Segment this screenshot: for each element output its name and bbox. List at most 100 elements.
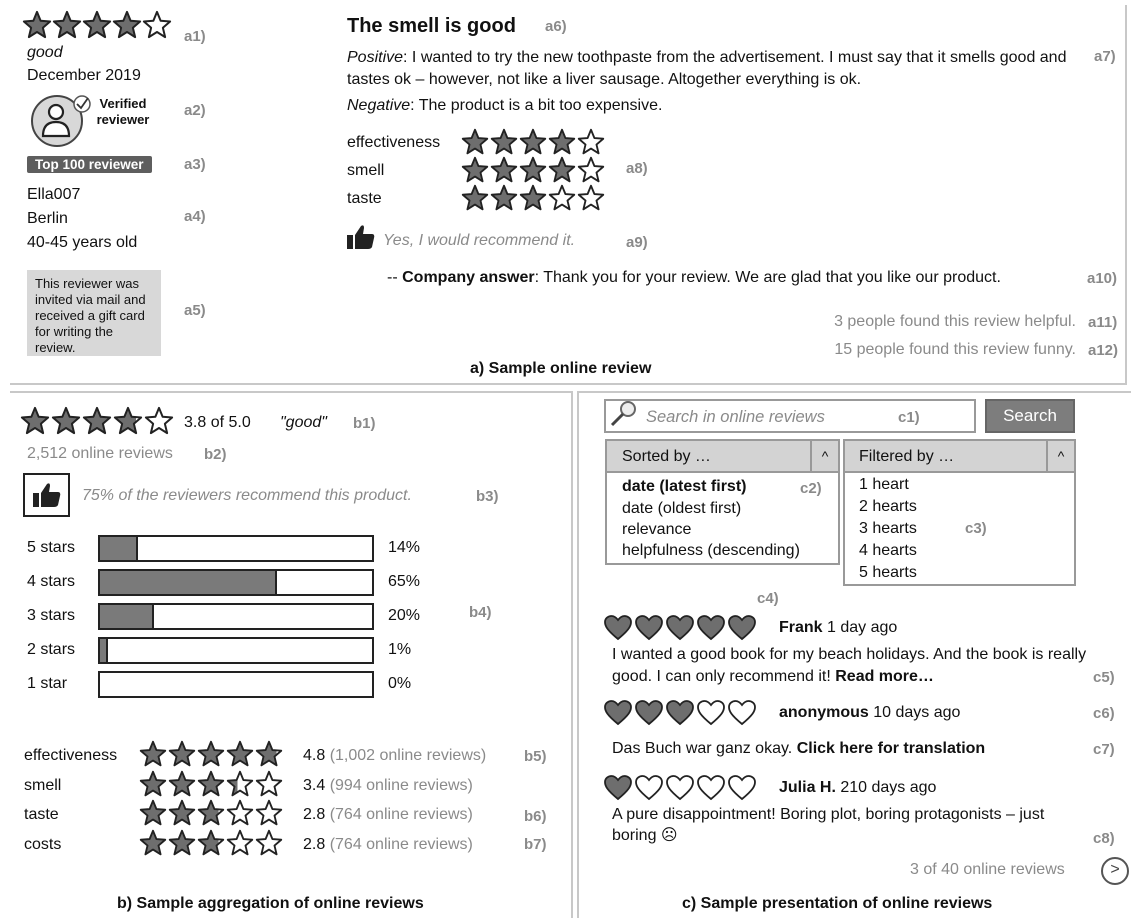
star-icon: [519, 128, 547, 155]
distribution-percent: 14%: [388, 539, 421, 556]
aspect-name: effectiveness: [347, 134, 441, 151]
distribution-percent: 65%: [388, 573, 421, 590]
caret-up-icon[interactable]: ^: [1046, 441, 1074, 471]
star-icon: [226, 829, 254, 855]
review-author: Julia H.: [779, 779, 836, 796]
heart-icon: [728, 700, 756, 726]
distribution-label: 2 stars: [27, 641, 76, 658]
helpful-votes[interactable]: 3 people found this review helpful.: [834, 313, 1076, 331]
label-a12: a12): [1088, 342, 1119, 359]
translation-link[interactable]: Click here for translation: [797, 740, 986, 757]
negative-label: Negative: [347, 97, 411, 114]
review-time: 210 days ago: [835, 779, 937, 796]
aspect-count: (994 online reviews): [329, 776, 473, 794]
aspect-stars: [461, 128, 606, 156]
search-button[interactable]: Search: [985, 399, 1075, 433]
star-icon: [82, 10, 112, 39]
search-input[interactable]: Search in online reviews c1): [604, 399, 976, 433]
star-icon: [548, 156, 576, 183]
star-icon: [52, 10, 82, 39]
thumbs-up-icon: [347, 225, 375, 249]
filter-option[interactable]: 5 hearts: [859, 564, 917, 582]
sort-option[interactable]: relevance: [622, 521, 691, 539]
next-page-button[interactable]: >: [1101, 857, 1129, 885]
star-icon: [255, 770, 283, 796]
star-icon: [139, 799, 167, 826]
star-icon: [461, 128, 489, 155]
star-icon: [197, 770, 225, 796]
label-a4: a4): [184, 208, 206, 225]
star-icon: [519, 184, 547, 211]
filter-option[interactable]: 2 hearts: [859, 498, 917, 516]
verified-reviewer-text: Verified reviewer: [96, 96, 150, 127]
label-b5: b5): [524, 748, 547, 765]
distribution-bar-fill: [100, 537, 139, 560]
heart-icon: [666, 615, 694, 641]
sort-option[interactable]: date (latest first): [622, 478, 746, 496]
reviewer-city: Berlin: [27, 210, 68, 227]
label-c7: c7): [1093, 741, 1115, 758]
caret-up-icon[interactable]: ^: [810, 441, 838, 471]
star-icon: [51, 406, 81, 435]
star-icon: [577, 128, 605, 155]
star-icon: [461, 156, 489, 183]
star-icon: [226, 740, 254, 767]
filter-option[interactable]: 3 hearts: [859, 520, 917, 538]
average-rating-word: "good": [280, 414, 327, 431]
label-c5: c5): [1093, 669, 1115, 686]
sort-option[interactable]: date (oldest first): [622, 500, 741, 518]
aspect-score: 3.4 (994 online reviews): [303, 776, 473, 794]
star-icon: [113, 406, 143, 435]
distribution-label: 3 stars: [27, 607, 76, 624]
sort-option[interactable]: helpfulness (descending): [622, 542, 800, 560]
review-author-line: anonymous 10 days ago: [779, 704, 960, 722]
sort-dropdown-header[interactable]: Sorted by … ^: [605, 439, 840, 473]
filter-option[interactable]: 4 hearts: [859, 542, 917, 560]
label-a7: a7): [1094, 48, 1116, 65]
aspect-count: (764 online reviews): [329, 806, 473, 823]
heart-icon: [604, 615, 632, 641]
label-b7: b7): [524, 836, 547, 853]
funny-votes[interactable]: 15 people found this review funny.: [834, 341, 1076, 359]
recommend-box: [23, 473, 70, 517]
read-more-link[interactable]: Read more…: [835, 668, 934, 685]
review-author-line: Julia H. 210 days ago: [779, 779, 936, 797]
distribution-bar: [98, 637, 374, 664]
star-icon: [168, 740, 196, 767]
aspect-count: (1,002 online reviews): [329, 747, 487, 764]
label-a8: a8): [626, 160, 648, 177]
label-c1: c1): [898, 409, 920, 426]
label-c6: c6): [1093, 705, 1115, 722]
star-icon: [22, 10, 52, 39]
label-a5: a5): [184, 302, 206, 319]
star-icon: [490, 156, 518, 183]
heart-icon: [635, 775, 663, 801]
aspect-name: smell: [347, 162, 385, 179]
heart-icon: [728, 775, 756, 801]
distribution-percent: 1%: [388, 641, 412, 658]
review-body: I wanted a good book for my beach holida…: [612, 644, 1112, 688]
pagination-info: 3 of 40 online reviews: [910, 861, 1065, 878]
heart-icon: [666, 700, 694, 726]
distribution-bar-fill: [100, 605, 155, 628]
review-text: Das Buch war ganz okay.: [612, 740, 797, 757]
filter-dropdown[interactable]: Filtered by … ^ 1 heart 2 hearts 3 heart…: [843, 439, 1076, 586]
aspect-name: taste: [347, 190, 382, 207]
invite-disclosure-note: This reviewer was invited via mail and r…: [27, 270, 161, 356]
label-a10: a10): [1087, 270, 1118, 287]
filter-dropdown-header[interactable]: Filtered by … ^: [843, 439, 1076, 473]
review-hearts: [604, 775, 759, 801]
star-icon: [139, 770, 167, 796]
distribution-bar-fill: [100, 571, 277, 594]
negative-body: : The product is a bit too expensive.: [410, 97, 663, 114]
aspect-name: smell: [24, 776, 62, 794]
star-icon: [255, 799, 283, 826]
sort-dropdown[interactable]: Sorted by … ^ date (latest first) date (…: [605, 439, 840, 565]
distribution-bar: [98, 603, 374, 630]
company-prefix: --: [387, 269, 403, 286]
filter-option[interactable]: 1 heart: [859, 476, 909, 494]
label-b3: b3): [476, 488, 499, 505]
star-icon: [139, 829, 167, 855]
aspect-stars: [139, 770, 284, 798]
distribution-bar: [98, 535, 374, 562]
